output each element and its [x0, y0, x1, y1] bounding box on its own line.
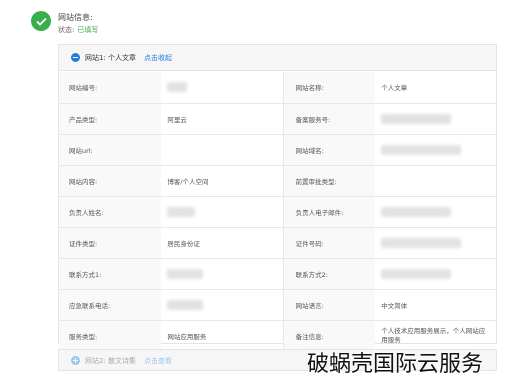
website-1-title: 网站1: 个人文章 — [85, 53, 136, 63]
field-label: 联系方式2: — [283, 258, 376, 290]
field-text: 网站编号: — [69, 84, 98, 93]
field-value — [375, 165, 497, 197]
field-label: 网站域名: — [283, 134, 376, 166]
field-text: 前置审批类型: — [295, 177, 337, 186]
field-text: 证件类型: — [69, 239, 98, 248]
site-info-title: 网站信息: — [58, 13, 93, 22]
field-value — [375, 103, 497, 135]
field-value — [161, 196, 284, 228]
field-value — [375, 134, 497, 166]
field-label: 联系方式1: — [59, 258, 162, 290]
table-row: 网站编号: 网站名称: 个人文章 — [59, 72, 497, 104]
minus-circle-icon[interactable] — [71, 53, 80, 62]
field-text: 网站域名: — [295, 146, 324, 155]
field-value — [375, 196, 497, 228]
field-label: 产品类型: — [59, 103, 162, 135]
field-value — [161, 289, 284, 321]
field-label: 备案服务号: — [283, 103, 376, 135]
website-1-header: 网站1: 个人文章 点击收起 — [59, 45, 496, 71]
expand-link[interactable]: 点击查看 — [144, 356, 172, 366]
status-line: 状态: 已填写 — [58, 25, 98, 35]
field-text: 负责人电子邮件: — [295, 208, 344, 217]
field-text: 证件号码: — [295, 239, 324, 248]
redacted-value — [381, 206, 452, 217]
field-text: 中文简体 — [381, 301, 408, 310]
field-value — [161, 134, 284, 166]
field-text: 个人技术应用服务展示，个人网站应用服务 — [381, 326, 486, 344]
redacted-value — [167, 206, 196, 217]
field-text: 博客/个人空间 — [167, 177, 209, 186]
field-text: 应急联系电话: — [69, 301, 111, 310]
field-text: 网站url: — [69, 146, 93, 155]
website-1-panel: 网站1: 个人文章 点击收起 网站编号: 网站名称: 个人文章产品类型: 阿里云 备案服… — [58, 44, 497, 352]
field-label: 负责人电子邮件: — [283, 196, 376, 228]
field-label: 网站url: — [59, 134, 162, 166]
table-row: 联系方式1: 联系方式2: — [59, 258, 497, 290]
field-text: 居民身份证 — [167, 239, 200, 248]
field-text: 网站名称: — [295, 84, 324, 93]
field-label: 服务类型: — [59, 320, 162, 352]
field-label: 网站编号: — [59, 72, 162, 104]
table-row: 应急联系电话: 网站语言: 中文简体 — [59, 289, 497, 321]
website-1-name: 个人文章 — [108, 54, 137, 62]
field-value: 网站应用服务 — [161, 320, 284, 352]
field-value — [161, 72, 284, 104]
redacted-value — [381, 237, 462, 248]
field-label: 应急联系电话: — [59, 289, 162, 321]
table-row: 网站url: 网站域名: — [59, 134, 497, 166]
site-info-section: 网站信息: 状态: 已填写 — [0, 0, 513, 44]
field-value: 中文简体 — [375, 289, 497, 321]
website-2-name: 散文诗集 — [108, 357, 137, 365]
field-text: 服务类型: — [69, 332, 98, 341]
field-value — [375, 258, 497, 290]
check-circle-icon — [31, 11, 51, 31]
field-value: 博客/个人空间 — [161, 165, 284, 197]
field-text: 备案服务号: — [295, 115, 331, 124]
field-label: 证件号码: — [283, 227, 376, 259]
table-row: 网站内容: 博客/个人空间 前置审批类型: — [59, 165, 497, 197]
redacted-value — [167, 82, 188, 93]
field-text: 联系方式2: — [295, 270, 328, 279]
field-label: 网站语言: — [283, 289, 376, 321]
field-label: 网站名称: — [283, 72, 376, 104]
status-label: 状态: — [58, 26, 75, 34]
website-1-info-table: 网站编号: 网站名称: 个人文章 产品类型: 阿里云 备案服务号: 网站url: 网站域名: 网… — [59, 72, 497, 352]
field-text: 联系方式1: — [69, 270, 102, 279]
table-row: 负责人姓名: 负责人电子邮件: — [59, 196, 497, 228]
redacted-value — [381, 268, 452, 279]
field-text: 网站应用服务 — [167, 332, 207, 341]
status-value: 已填写 — [77, 26, 99, 34]
field-value: 个人文章 — [375, 72, 497, 104]
redacted-value — [167, 268, 204, 279]
field-text: 产品类型: — [69, 115, 98, 124]
field-text: 网站内容: — [69, 177, 98, 186]
field-value: 阿里云 — [161, 103, 284, 135]
collapse-link[interactable]: 点击收起 — [144, 53, 172, 63]
field-text: 个人文章 — [381, 84, 408, 93]
field-text: 备注信息: — [295, 332, 324, 341]
redacted-value — [381, 144, 462, 155]
field-value — [161, 258, 284, 290]
field-label: 负责人姓名: — [59, 196, 162, 228]
table-row: 证件类型: 居民身份证 证件号码: — [59, 227, 497, 259]
field-text: 网站语言: — [295, 301, 324, 310]
plus-circle-icon[interactable] — [71, 356, 80, 365]
redacted-value — [167, 299, 204, 310]
redacted-value — [381, 113, 452, 124]
field-label: 前置审批类型: — [283, 165, 376, 197]
field-value: 居民身份证 — [161, 227, 284, 259]
field-value — [375, 227, 497, 259]
field-label: 证件类型: — [59, 227, 162, 259]
website-2-prefix: 网站2: — [85, 357, 106, 365]
field-text: 阿里云 — [167, 115, 187, 124]
watermark-text: 破蜗壳国际云服务 — [307, 352, 484, 377]
website-1-prefix: 网站1: — [85, 54, 106, 62]
table-row: 产品类型: 阿里云 备案服务号: — [59, 103, 497, 135]
website-2-title: 网站2: 散文诗集 — [85, 356, 136, 366]
field-text: 负责人姓名: — [69, 208, 104, 217]
field-label: 网站内容: — [59, 165, 162, 197]
